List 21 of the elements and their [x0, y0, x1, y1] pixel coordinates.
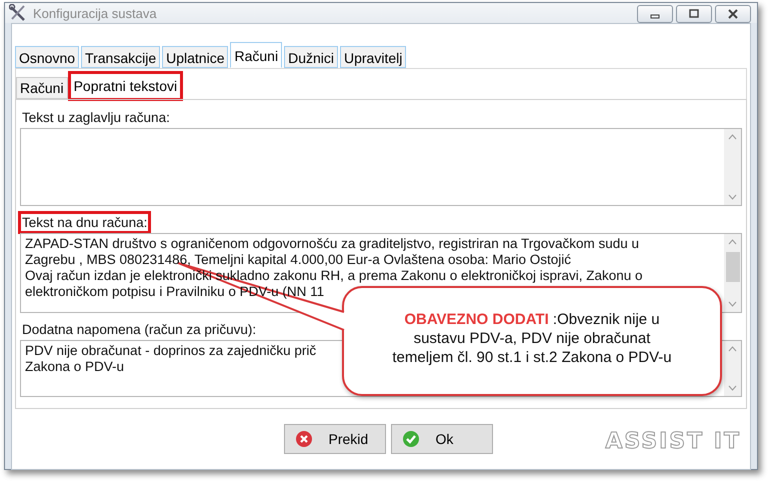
- callout-text: OBAVEZNO DODATI :Obveznik nije u sustavu PDV-a, PDV nije obračunat temeljem čl. 90 st.1 i st.2 Zakona o PDV-u: [392, 310, 672, 367]
- text-line: PDV nije obračunat - doprinos za zajedničku prič: [25, 343, 316, 360]
- tab[interactable]: Popratni tekstovi: [70, 73, 182, 99]
- tab[interactable]: Upravitelj: [340, 46, 406, 68]
- field-label: Tekst na dnu računa:: [20, 213, 150, 232]
- text-line: Ovaj račun izdan je elektronički sukladno zakonu RH, a prema Zakonu o elektroničkoj ispravi, Zakonu o: [25, 268, 643, 284]
- ok-button[interactable]: Ok: [390, 424, 492, 454]
- tab[interactable]: Transakcije: [81, 46, 160, 68]
- tab[interactable]: Računi: [230, 42, 282, 68]
- text-line: Zakona o PDV-u: [25, 359, 124, 376]
- text-line: Zagrebu , MBS 080231486, Temeljni kapital 4.000,00 Eur-a Ovlaštena osoba: Mario Ostojić: [25, 252, 572, 268]
- tab[interactable]: Dužnici: [284, 46, 338, 68]
- tab[interactable]: Računi: [16, 77, 68, 99]
- field-label: Dodatna napomena (račun za pričuvu):: [21, 321, 258, 340]
- tab[interactable]: Osnovno: [15, 46, 80, 68]
- field-label: Tekst u zaglavlju računa:: [21, 109, 171, 127]
- tab[interactable]: Uplatnice: [162, 46, 228, 68]
- window-title: Konfiguracija sustava: [33, 6, 158, 20]
- logo: ASSIST IT: [605, 429, 741, 454]
- cancel-button[interactable]: Prekid: [284, 424, 386, 454]
- text-line: ZAPAD-STAN društvo s ograničenom odgovornošću za graditeljstvo, registriran na Trgovačkom sudu u: [25, 236, 640, 252]
